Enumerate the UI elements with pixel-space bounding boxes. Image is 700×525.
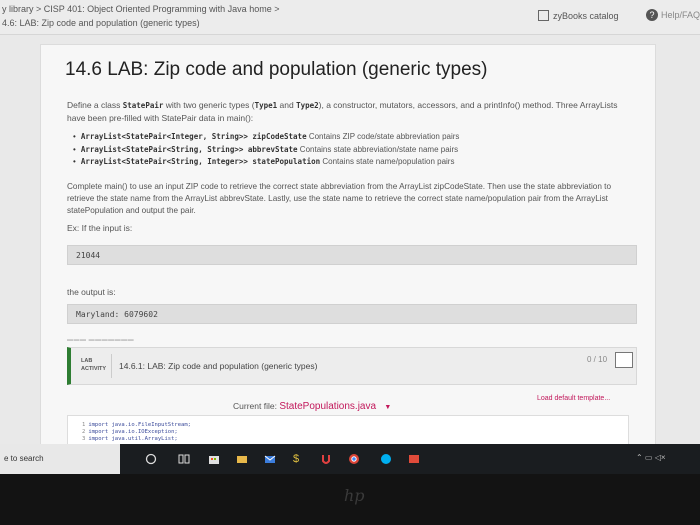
help-label: Help/FAQ bbox=[661, 10, 700, 20]
dollar-icon[interactable]: $ bbox=[293, 453, 305, 465]
lab-activity-tag: LAB ACTIVITY bbox=[81, 358, 107, 372]
help-icon: ? bbox=[646, 9, 658, 21]
taskbar-search[interactable]: e to search bbox=[0, 444, 120, 474]
top-bar: y library > CISP 401: Object Oriented Pr… bbox=[0, 0, 700, 35]
skype-icon[interactable] bbox=[380, 453, 392, 465]
system-tray[interactable]: ⌃ ▭ ◁× bbox=[636, 453, 666, 462]
intro-paragraph: Define a class StatePair with two generi… bbox=[67, 100, 618, 123]
instructions-paragraph: Complete main() to use an input ZIP code… bbox=[67, 182, 612, 215]
activity-id-faint: ▬▬▬ ▬▬▬▬▬▬▬ bbox=[67, 337, 135, 343]
example-input-box: 21044 bbox=[67, 245, 637, 265]
breadcrumb-line-1[interactable]: y library > CISP 401: Object Oriented Pr… bbox=[2, 4, 279, 14]
completion-checkbox bbox=[615, 352, 633, 368]
current-file-name[interactable]: StatePopulations.java bbox=[279, 401, 376, 412]
load-default-template-link[interactable]: Load default template... bbox=[537, 395, 610, 402]
hp-logo: hp bbox=[344, 486, 365, 505]
chevron-down-icon[interactable]: ▼ bbox=[384, 404, 391, 411]
photos-icon[interactable] bbox=[408, 453, 420, 465]
code-line: 2 import java.io.IOException; bbox=[82, 429, 178, 435]
u-app-icon[interactable] bbox=[320, 453, 332, 465]
list-item: • ArrayList<StatePair<String, String>> ab… bbox=[73, 144, 459, 154]
current-file-selector[interactable]: Current file: StatePopulations.java ▼ bbox=[233, 401, 391, 412]
lab-content-card: 14.6 LAB: Zip code and population (gener… bbox=[40, 44, 656, 452]
catalog-label: zyBooks catalog bbox=[553, 10, 619, 21]
windows-taskbar: e to search $ ⌃ ▭ ◁× bbox=[0, 444, 700, 474]
chrome-icon[interactable] bbox=[348, 453, 360, 465]
breadcrumb-line-2[interactable]: 4.6: LAB: Zip code and population (gener… bbox=[2, 18, 200, 28]
divider bbox=[111, 354, 112, 378]
help-faq-link[interactable]: ? Help/FAQ bbox=[646, 9, 700, 21]
code-line: 3 import java.util.ArrayList; bbox=[82, 436, 178, 442]
zybooks-catalog-link[interactable]: zyBooks catalog bbox=[538, 10, 619, 21]
example-output-box: Maryland: 6079602 bbox=[67, 304, 637, 324]
example-label: Ex: If the input is: bbox=[67, 223, 133, 233]
list-item: • ArrayList<StatePair<Integer, String>> z… bbox=[73, 132, 460, 141]
store-icon[interactable] bbox=[208, 453, 220, 465]
cortana-icon[interactable] bbox=[145, 453, 157, 465]
lab-score: 0 / 10 bbox=[587, 355, 608, 364]
mail-icon[interactable] bbox=[264, 453, 276, 465]
browser-screen: y library > CISP 401: Object Oriented Pr… bbox=[0, 0, 700, 452]
task-view-icon[interactable] bbox=[178, 453, 190, 465]
catalog-icon bbox=[538, 10, 549, 21]
page-title: 14.6 LAB: Zip code and population (gener… bbox=[65, 59, 488, 80]
list-item: • ArrayList<StatePair<String, Integer>> s… bbox=[73, 157, 455, 166]
lab-activity-title: 14.6.1: LAB: Zip code and population (ge… bbox=[119, 361, 318, 371]
arraylist-list: • ArrayList<StatePair<Integer, String>> z… bbox=[73, 131, 459, 169]
lab-activity-bar: LAB ACTIVITY 14.6.1: LAB: Zip code and p… bbox=[67, 347, 637, 385]
file-explorer-icon[interactable] bbox=[236, 453, 248, 465]
output-label: the output is: bbox=[67, 287, 116, 297]
current-file-label: Current file: bbox=[233, 401, 277, 411]
code-line: 1 import java.io.FileInputStream; bbox=[82, 422, 191, 428]
